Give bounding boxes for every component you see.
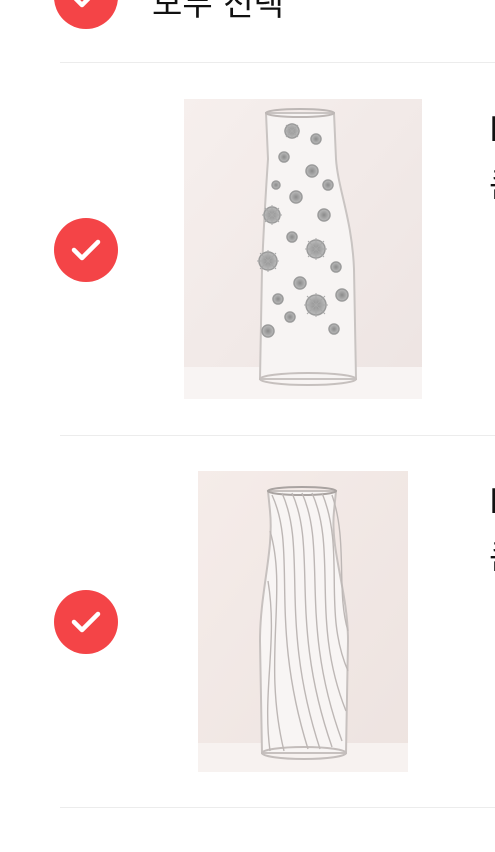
divider: [60, 435, 495, 436]
glass-chimney-snowflake-image[interactable]: [184, 99, 422, 399]
divider: [60, 62, 495, 63]
item-name-line2: 큰: [489, 166, 495, 206]
check-icon: [71, 239, 101, 261]
item-checkbox[interactable]: [54, 218, 118, 282]
item-name-line1: L: [489, 110, 495, 150]
select-all-label: 모두 선택: [152, 0, 284, 23]
item-checkbox[interactable]: [54, 590, 118, 654]
check-icon: [73, 0, 91, 8]
item-name-line1: L: [489, 482, 495, 522]
check-icon: [71, 611, 101, 633]
item-name-line2: 큰: [489, 538, 495, 578]
select-all-checkbox[interactable]: [54, 0, 118, 29]
cart-page: 모두 선택: [0, 0, 495, 852]
divider: [60, 807, 495, 808]
glass-chimney-swirl-image[interactable]: [198, 471, 408, 772]
